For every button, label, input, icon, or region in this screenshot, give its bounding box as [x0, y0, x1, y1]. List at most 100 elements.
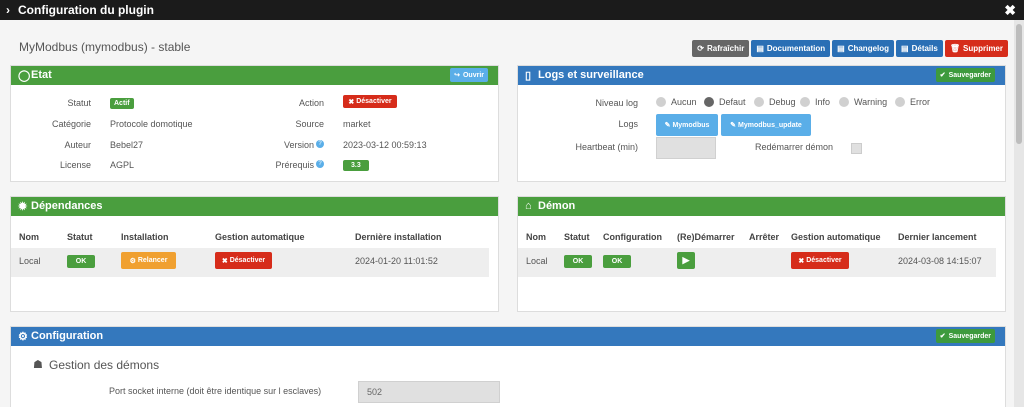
col-gestion: Gestion automatique	[215, 232, 305, 242]
logs-save-button[interactable]: ✔ Sauvegarder	[935, 68, 995, 82]
user-secret-icon: ☗	[33, 359, 43, 371]
bicycle-icon: ⚙	[129, 257, 136, 265]
radio-error-label: Error	[910, 97, 930, 107]
source-value: market	[343, 119, 371, 129]
demon-deactivate-button[interactable]: ✖ Désactiver	[791, 252, 849, 269]
refresh-button[interactable]: ⟳ Rafraîchir	[692, 40, 750, 57]
play-icon[interactable]: ▶	[677, 252, 695, 269]
prerequis-label-text: Prérequis	[275, 160, 314, 170]
license-label: License	[59, 160, 91, 170]
check-circle-icon: ✔	[939, 333, 946, 340]
etat-title: Etat	[31, 69, 52, 81]
prerequis-badge: 3.3	[343, 160, 369, 171]
col-redemarrer: (Re)Démarrer	[677, 232, 735, 242]
details-button[interactable]: ▤ Détails	[896, 40, 943, 57]
config-save-label: Sauvegarder	[948, 332, 991, 340]
delete-button[interactable]: 🗑 Supprimer	[944, 40, 1008, 57]
relancer-button[interactable]: ⚙ Relancer	[121, 252, 176, 269]
help-icon[interactable]: ?	[316, 160, 324, 168]
deactivate-plugin-button[interactable]: ✖ Désactiver	[343, 95, 397, 108]
col-installation: Installation	[121, 232, 169, 242]
col-derniere: Dernière installation	[355, 232, 442, 242]
radio-error[interactable]: Error	[895, 97, 930, 107]
open-label: Ouvrir	[462, 71, 484, 79]
document-icon: ▤	[837, 44, 845, 53]
col-arreter: Arrêter	[749, 232, 780, 242]
scrollbar-thumb[interactable]	[1016, 24, 1022, 144]
config-save-button[interactable]: ✔ Sauvegarder	[935, 329, 995, 343]
heartbeat-input[interactable]	[656, 137, 716, 159]
action-label: Action	[298, 98, 324, 108]
radio-info[interactable]: Info	[800, 97, 830, 107]
radio-aucun[interactable]: Aucun	[656, 97, 697, 107]
restart-demon-checkbox[interactable]	[851, 143, 862, 154]
window-titlebar: › Configuration du plugin ✖	[0, 0, 1024, 20]
radio-dot[interactable]	[839, 97, 849, 107]
heartbeat-label: Heartbeat (min)	[575, 142, 638, 152]
configuration-title: Configuration	[31, 330, 104, 342]
radio-dot-selected[interactable]	[704, 97, 714, 107]
trash-icon: 🗑	[949, 44, 960, 53]
log-mymodbus-update-button[interactable]: ✎ Mymodbus_update	[721, 114, 811, 136]
documentation-label: Documentation	[766, 44, 826, 53]
col-nom: Nom	[526, 232, 546, 242]
gear-icon: ✹	[18, 201, 28, 213]
prerequis-label: Prérequis?	[251, 160, 324, 170]
book-icon: ▤	[756, 44, 764, 53]
changelog-label: Changelog	[847, 44, 890, 53]
scrollbar[interactable]	[1014, 20, 1024, 407]
source-label: Source	[295, 119, 324, 129]
radio-dot[interactable]	[800, 97, 810, 107]
radio-dot[interactable]	[895, 97, 905, 107]
dependances-panel: ✹ Dépendances Nom Statut Installation Ge…	[10, 196, 499, 312]
dependances-title: Dépendances	[31, 200, 103, 212]
bank-icon: ⌂	[525, 200, 532, 212]
col-dernier: Dernier lancement	[898, 232, 977, 242]
demon-title: Démon	[538, 200, 576, 212]
demon-header: ⌂ Démon	[518, 197, 1005, 216]
radio-defaut[interactable]: Defaut	[704, 97, 746, 107]
radio-aucun-label: Aucun	[671, 97, 697, 107]
col-statut: Statut	[67, 232, 93, 242]
col-statut: Statut	[564, 232, 590, 242]
window-title: Configuration du plugin	[18, 3, 154, 17]
details-icon: ▤	[901, 44, 909, 53]
dep-deactivate-label: Désactiver	[229, 257, 266, 264]
help-icon[interactable]: ?	[316, 140, 324, 148]
categorie-value: Protocole domotique	[110, 119, 193, 129]
refresh-icon: ⟳	[697, 44, 704, 53]
section-title: Gestion des démons	[49, 358, 160, 372]
documentation-button[interactable]: ▤ Documentation	[751, 40, 831, 57]
etat-header: ◯ Etat ↪ Ouvrir	[11, 66, 498, 85]
demon-nom: Local	[526, 256, 548, 266]
radio-dot[interactable]	[656, 97, 666, 107]
paperclip-icon: ✎	[664, 122, 671, 129]
demon-panel: ⌂ Démon Nom Statut Configuration (Re)Dém…	[517, 196, 1006, 312]
logs-label: Logs	[618, 119, 638, 129]
configuration-header: ⚙ Configuration ✔ Sauvegarder	[11, 327, 1005, 346]
plugin-title: MyModbus (mymodbus) - stable	[19, 40, 191, 54]
version-label: Version?	[251, 140, 324, 150]
dep-nom: Local	[19, 256, 41, 266]
radio-debug-label: Debug	[769, 97, 796, 107]
delete-label: Supprimer	[962, 44, 1003, 53]
radio-debug[interactable]: Debug	[754, 97, 796, 107]
changelog-button[interactable]: ▤ Changelog	[832, 40, 895, 57]
dep-derniere: 2024-01-20 11:01:52	[355, 256, 438, 266]
radio-dot[interactable]	[754, 97, 764, 107]
col-nom: Nom	[19, 232, 39, 242]
port-input[interactable]: 502	[358, 381, 500, 403]
statut-badge: Actif	[110, 98, 134, 109]
close-icon[interactable]: ✖	[1004, 2, 1016, 19]
log-mymodbus-button[interactable]: ✎ Mymodbus	[656, 114, 718, 136]
etat-panel: ◯ Etat ↪ Ouvrir Statut Actif Catégorie Pr…	[10, 65, 499, 182]
logs-save-label: Sauvegarder	[948, 71, 991, 79]
radio-warning[interactable]: Warning	[839, 97, 887, 107]
gears-icon: ⚙	[18, 331, 28, 343]
auteur-value: Bebel27	[110, 140, 144, 150]
close-icon: ✖	[798, 257, 805, 265]
close-icon: ✖	[221, 257, 228, 265]
open-button[interactable]: ↪ Ouvrir	[450, 68, 488, 82]
circle-icon: ◯	[18, 70, 31, 82]
dep-deactivate-button[interactable]: ✖ Désactiver	[215, 252, 272, 269]
